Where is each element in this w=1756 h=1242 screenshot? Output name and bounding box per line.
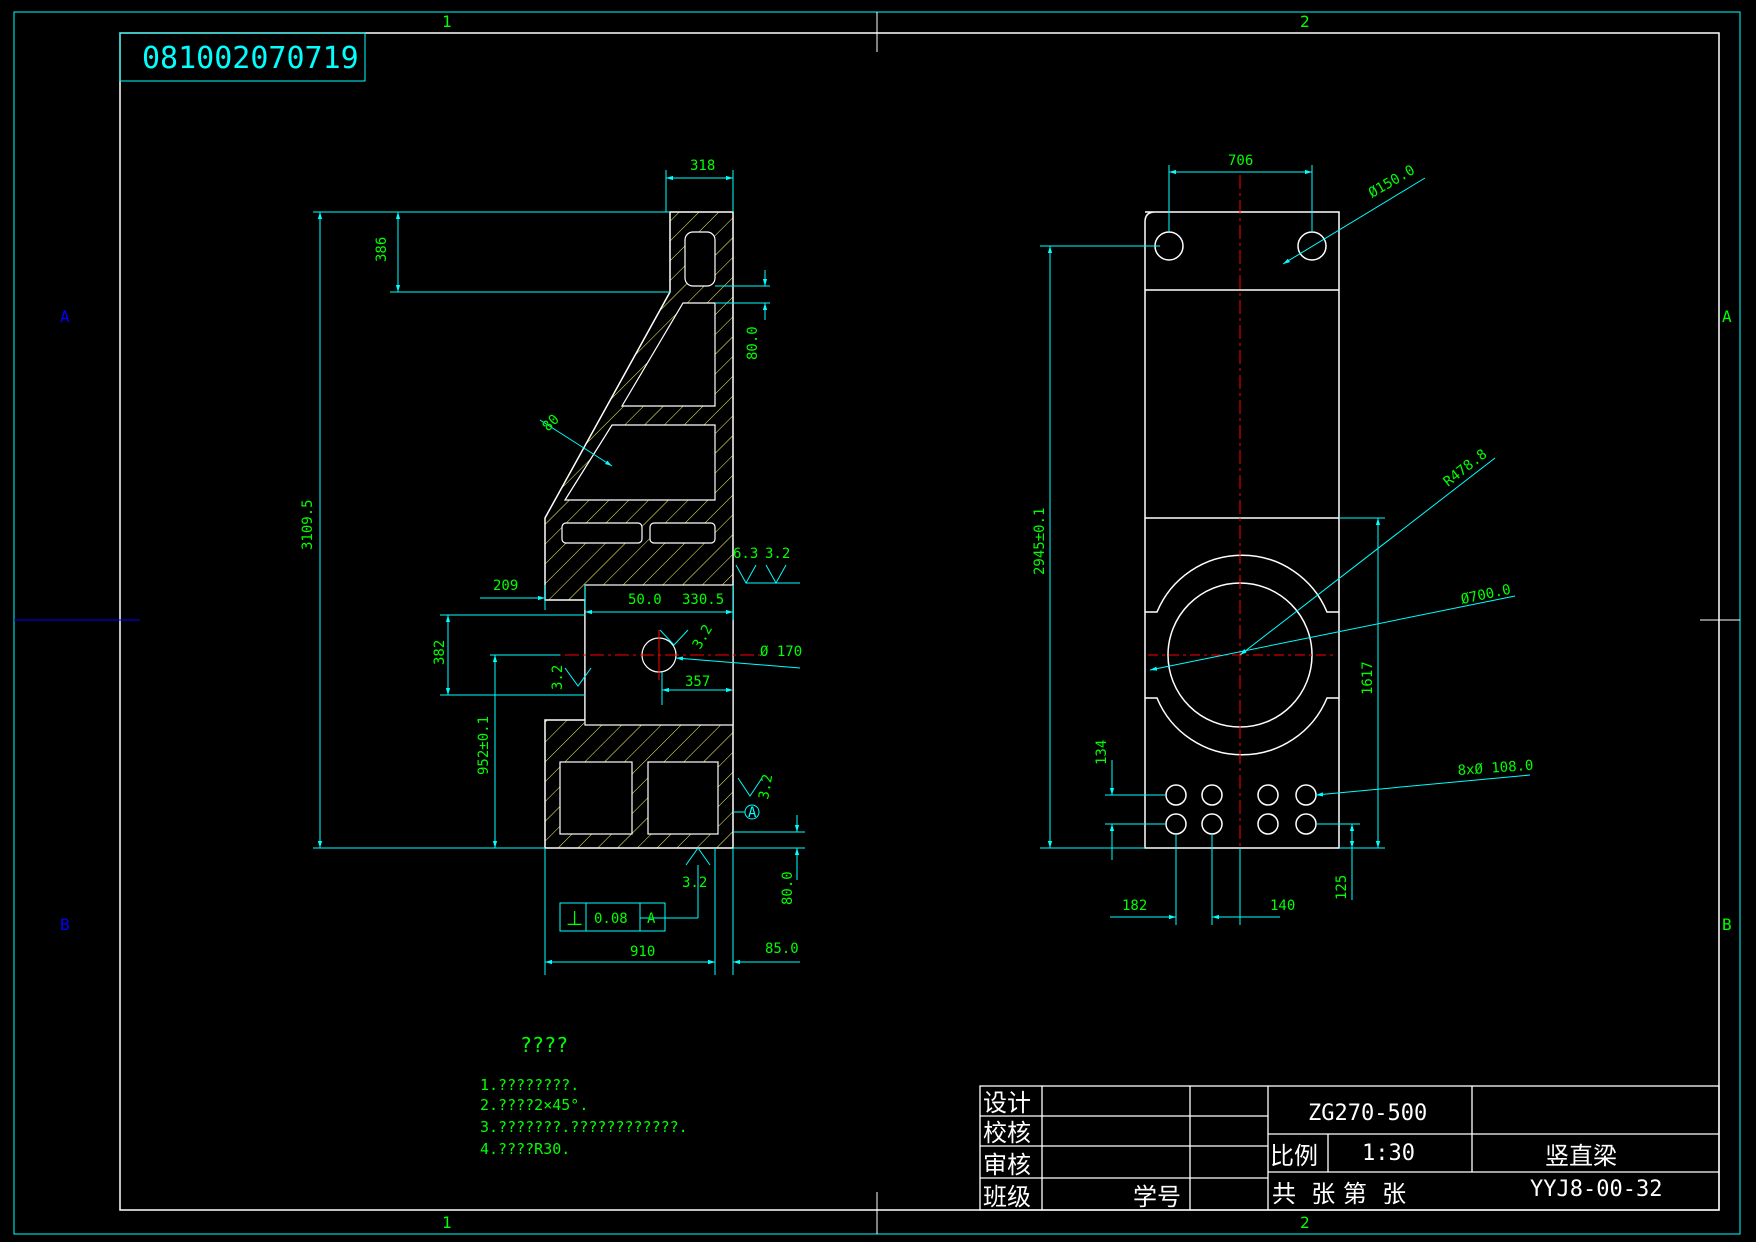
tolerance-symbol: ⊥ xyxy=(566,906,583,930)
dim-125: 125 xyxy=(1334,875,1350,900)
roughness-3-2-c: 3.2 xyxy=(550,665,566,690)
dim-357: 357 xyxy=(685,674,710,690)
side-section-view: 318 386 3109.5 80.0 80 209 50.0 330.5 38… xyxy=(300,158,805,975)
dim-134: 134 xyxy=(1094,740,1110,765)
zone-top-1: 1 xyxy=(442,12,452,31)
dim-80-bottom: 80.0 xyxy=(780,871,796,905)
dim-170: Ø 170 xyxy=(760,644,802,660)
zone-right-a: A xyxy=(1722,307,1732,326)
tb-class: 班级 xyxy=(983,1183,1031,1211)
drawing-number-box: 081002070719 xyxy=(119,32,366,82)
zone-left-b: B xyxy=(60,915,70,934)
front-view: 706 Ø150.0 2945±0.1 R478.8 Ø700.0 1617 1… xyxy=(1032,153,1534,925)
slot-right xyxy=(649,522,716,544)
engineering-drawing: 1 2 1 2 A B A B 081002070719 318 386 310… xyxy=(13,11,1741,1235)
roughness-6-3: 6.3 xyxy=(733,546,758,562)
top-pocket xyxy=(684,231,716,287)
dim-382: 382 xyxy=(432,640,448,665)
dim-182: 182 xyxy=(1122,898,1147,914)
notes-title: ???? xyxy=(520,1033,568,1057)
dim-d150: Ø150.0 xyxy=(1366,162,1418,201)
dim-318: 318 xyxy=(690,158,715,174)
note-3: 3.???????.????????????. xyxy=(480,1118,688,1136)
dim-85: 85.0 xyxy=(765,941,799,957)
slot-left xyxy=(561,522,643,544)
title-block: 设计 校核 审核 班级 学号 ZG270-500 比例 1:30 共 张 第 张… xyxy=(979,1085,1720,1211)
dim-d700: Ø700.0 xyxy=(1460,582,1513,608)
dim-706: 706 xyxy=(1228,153,1253,169)
dim-80-top: 80.0 xyxy=(745,326,761,360)
dim-209: 209 xyxy=(493,578,518,594)
dim-3109: 3109.5 xyxy=(300,499,316,550)
tb-drawing-code: YYJ8-00-32 xyxy=(1530,1177,1662,1202)
lower-cavity-right xyxy=(647,761,719,835)
dim-330: 330.5 xyxy=(682,592,724,608)
tb-reviewer: 审核 xyxy=(983,1151,1031,1179)
roughness-3-2-a: 3.2 xyxy=(765,546,790,562)
tb-material: ZG270-500 xyxy=(1308,1101,1427,1126)
technical-notes: ???? 1.????????. 2.????2×45°. 3.???????.… xyxy=(480,1033,688,1158)
tb-student-no: 学号 xyxy=(1133,1183,1181,1211)
zone-left-a: A xyxy=(60,307,70,326)
zone-top-2: 2 xyxy=(1300,12,1310,31)
roughness-3-2-d: 3.2 xyxy=(756,773,776,801)
roughness-3-2-e: 3.2 xyxy=(682,875,707,891)
dim-r478: R478.8 xyxy=(1441,446,1491,490)
note-2: 2.????2×45°. xyxy=(480,1096,588,1114)
datum-a: A xyxy=(748,805,757,821)
note-1: 1.????????. xyxy=(480,1076,579,1094)
front-outline xyxy=(1144,211,1340,849)
dim-80-chamfer: 80 xyxy=(540,412,563,435)
tb-scale-value: 1:30 xyxy=(1362,1141,1415,1166)
tb-part-name: 竖直梁 xyxy=(1545,1142,1617,1170)
zone-bottom-1: 1 xyxy=(442,1213,452,1232)
sheet-border xyxy=(13,11,1741,1235)
tb-scale-label: 比例 xyxy=(1270,1142,1318,1170)
tb-sheets: 共 张 第 张 xyxy=(1272,1180,1406,1208)
dim-1617: 1617 xyxy=(1360,661,1376,695)
dim-386: 386 xyxy=(374,237,390,262)
dim-910: 910 xyxy=(630,944,655,960)
dim-952: 952±0.1 xyxy=(476,716,492,775)
zone-labels: 1 2 1 2 A B A B xyxy=(60,12,1732,1232)
tb-checker: 校核 xyxy=(983,1119,1031,1147)
tolerance-value: 0.08 xyxy=(594,911,628,927)
zone-right-b: B xyxy=(1722,915,1732,934)
tb-designer: 设计 xyxy=(983,1089,1031,1117)
dim-2945: 2945±0.1 xyxy=(1032,508,1048,575)
drawing-number: 081002070719 xyxy=(142,41,359,76)
dim-50: 50.0 xyxy=(628,592,662,608)
zone-bottom-2: 2 xyxy=(1300,1213,1310,1232)
tolerance-datum: A xyxy=(647,911,656,927)
lower-cavity-left xyxy=(559,761,633,835)
note-4: 4.????R30. xyxy=(480,1140,570,1158)
dim-140: 140 xyxy=(1270,898,1295,914)
